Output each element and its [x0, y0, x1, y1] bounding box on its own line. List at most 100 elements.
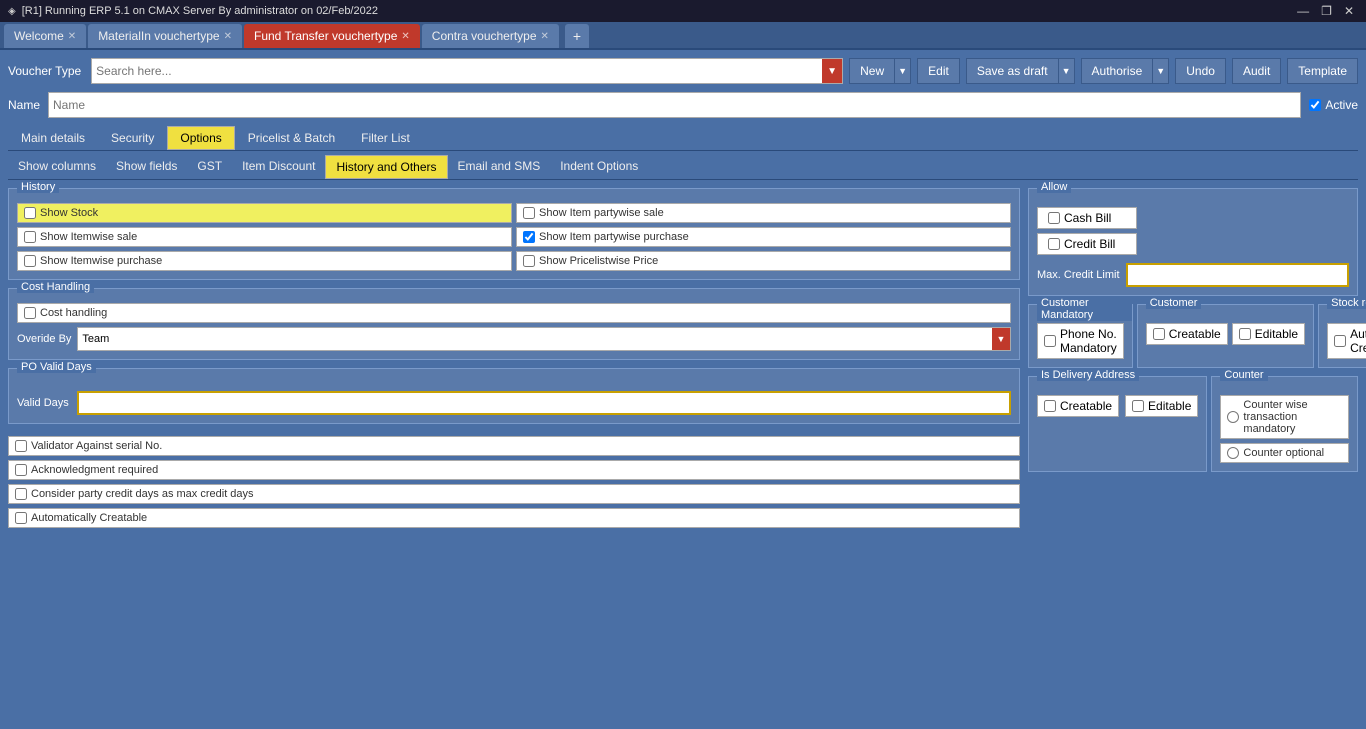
authorise-dropdown-arrow[interactable]: ▼ [1153, 58, 1169, 84]
override-by-input[interactable] [78, 333, 992, 345]
sub-tab-indent-options[interactable]: Indent Options [550, 155, 648, 179]
active-checkbox[interactable] [1309, 99, 1321, 111]
new-btn-group: New ▼ [849, 58, 911, 84]
undo-button[interactable]: Undo [1175, 58, 1226, 84]
delivery-editable-label: Editable [1148, 399, 1191, 413]
show-itemwise-purchase-checkbox[interactable] [24, 255, 36, 267]
customer-group: Customer Creatable Editable [1137, 304, 1314, 368]
valid-days-input[interactable] [77, 391, 1011, 415]
override-by-dropdown-arrow[interactable]: ▼ [992, 328, 1010, 350]
cost-handling-check-row: Cost handling [17, 303, 1011, 323]
minimize-button[interactable]: — [1293, 2, 1313, 20]
authorise-button[interactable]: Authorise [1081, 58, 1154, 84]
authorise-btn-group: Authorise ▼ [1081, 58, 1170, 84]
show-itemwise-sale-label: Show Itemwise sale [40, 231, 137, 243]
show-item-partywise-purchase-checkbox[interactable] [523, 231, 535, 243]
stock-return-legend: Stock return [1327, 297, 1366, 309]
save-draft-dropdown-arrow[interactable]: ▼ [1059, 58, 1075, 84]
override-by-combo[interactable]: ▼ [77, 327, 1011, 351]
customer-mandatory-legend: Customer Mandatory [1037, 297, 1132, 321]
sub-tab-gst[interactable]: GST [187, 155, 232, 179]
show-item-partywise-sale-checkbox[interactable] [523, 207, 535, 219]
check-show-pricelistwise-price: Show Pricelistwise Price [516, 251, 1011, 271]
sub-tab-item-discount[interactable]: Item Discount [232, 155, 325, 179]
voucher-type-combo[interactable]: ▼ [91, 58, 843, 84]
title-bar: ◈ [R1] Running ERP 5.1 on CMAX Server By… [0, 0, 1366, 22]
template-button[interactable]: Template [1287, 58, 1358, 84]
check-show-itemwise-sale: Show Itemwise sale [17, 227, 512, 247]
show-item-partywise-purchase-label: Show Item partywise purchase [539, 231, 689, 243]
voucher-type-input[interactable] [92, 64, 822, 78]
name-input[interactable] [48, 92, 1301, 118]
delivery-address-group: Is Delivery Address Creatable Editable [1028, 376, 1207, 472]
customer-creatable-row: Creatable [1146, 323, 1228, 345]
tab-fundtransfer-close[interactable]: ✕ [401, 31, 409, 42]
app-icon: ◈ [8, 6, 16, 17]
tab-add-button[interactable]: + [565, 24, 589, 48]
auto-creatable-stock-label: Auto Creatable [1350, 327, 1366, 355]
delivery-editable-row: Editable [1125, 395, 1198, 417]
validator-serial-checkbox[interactable] [15, 440, 27, 452]
tab-materialin-close[interactable]: ✕ [224, 31, 232, 42]
tab-welcome[interactable]: Welcome ✕ [4, 24, 86, 48]
delivery-inner: Creatable Editable [1037, 395, 1198, 417]
customer-editable-checkbox[interactable] [1239, 328, 1251, 340]
tab-fundtransfer[interactable]: Fund Transfer vouchertype ✕ [244, 24, 420, 48]
auto-creatable-stock-checkbox[interactable] [1334, 335, 1346, 347]
voucher-type-label: Voucher Type [8, 64, 81, 78]
show-pricelistwise-price-checkbox[interactable] [523, 255, 535, 267]
cash-bill-checkbox[interactable] [1048, 212, 1060, 224]
delivery-creatable-row: Creatable [1037, 395, 1119, 417]
voucher-type-dropdown-arrow[interactable]: ▼ [822, 59, 842, 83]
max-credit-input[interactable] [1126, 263, 1349, 287]
sub-tab-email-sms[interactable]: Email and SMS [448, 155, 551, 179]
show-itemwise-sale-checkbox[interactable] [24, 231, 36, 243]
sub-tab-show-columns[interactable]: Show columns [8, 155, 106, 179]
show-stock-checkbox[interactable] [24, 207, 36, 219]
credit-days-checkbox[interactable] [15, 488, 27, 500]
new-button[interactable]: New [849, 58, 895, 84]
tab-contra-close[interactable]: ✕ [541, 31, 549, 42]
customer-mandatory-row: Customer Mandatory Phone No. Mandatory C… [1028, 304, 1358, 368]
cost-handling-group: Cost Handling Cost handling Overide By ▼ [8, 288, 1020, 360]
counter-legend: Counter [1220, 369, 1267, 381]
acknowledgment-checkbox[interactable] [15, 464, 27, 476]
customer-creatable-checkbox[interactable] [1153, 328, 1165, 340]
credit-bill-row: Credit Bill [1037, 233, 1137, 255]
close-button[interactable]: ✕ [1340, 2, 1358, 20]
tab-pricelist-batch[interactable]: Pricelist & Batch [235, 126, 348, 150]
delivery-creatable-checkbox[interactable] [1044, 400, 1056, 412]
auto-creatable-checkbox[interactable] [15, 512, 27, 524]
audit-button[interactable]: Audit [1232, 58, 1281, 84]
restore-button[interactable]: ❐ [1317, 2, 1336, 20]
tab-materialin[interactable]: MaterialIn vouchertype ✕ [88, 24, 242, 48]
tab-options[interactable]: Options [167, 126, 234, 150]
edit-button[interactable]: Edit [917, 58, 960, 84]
counter-optional-radio[interactable] [1227, 447, 1239, 459]
sub-tab-history-others[interactable]: History and Others [325, 155, 447, 179]
history-group: History Show Stock Show Item partywise s… [8, 188, 1020, 280]
new-dropdown-arrow[interactable]: ▼ [895, 58, 911, 84]
auto-creatable-row: Automatically Creatable [8, 508, 1020, 528]
counter-wise-mandatory-radio[interactable] [1227, 411, 1239, 423]
phone-mandatory-row: Phone No. Mandatory [1037, 323, 1124, 359]
counter-wise-mandatory-row: Counter wise transaction mandatory [1220, 395, 1349, 439]
delivery-editable-checkbox[interactable] [1132, 400, 1144, 412]
sub-tab-show-fields[interactable]: Show fields [106, 155, 187, 179]
tab-filter-list[interactable]: Filter List [348, 126, 423, 150]
tab-main-details[interactable]: Main details [8, 126, 98, 150]
cost-handling-checkbox[interactable] [24, 307, 36, 319]
cash-bill-row: Cash Bill [1037, 207, 1137, 229]
tab-bar: Welcome ✕ MaterialIn vouchertype ✕ Fund … [0, 22, 1366, 50]
customer-legend: Customer [1146, 297, 1202, 309]
right-panel: Allow Cash Bill Credit Bill Max. Credit … [1028, 188, 1358, 528]
tab-security[interactable]: Security [98, 126, 167, 150]
save-draft-button[interactable]: Save as draft [966, 58, 1059, 84]
tab-contra[interactable]: Contra vouchertype ✕ [422, 24, 559, 48]
valid-days-label: Valid Days [17, 397, 69, 409]
credit-bill-checkbox[interactable] [1048, 238, 1060, 250]
history-checkboxes: Show Stock Show Item partywise sale Show… [17, 203, 1011, 271]
phone-mandatory-checkbox[interactable] [1044, 335, 1056, 347]
tab-welcome-close[interactable]: ✕ [68, 31, 76, 42]
stock-return-group: Stock return Auto Creatable [1318, 304, 1366, 368]
